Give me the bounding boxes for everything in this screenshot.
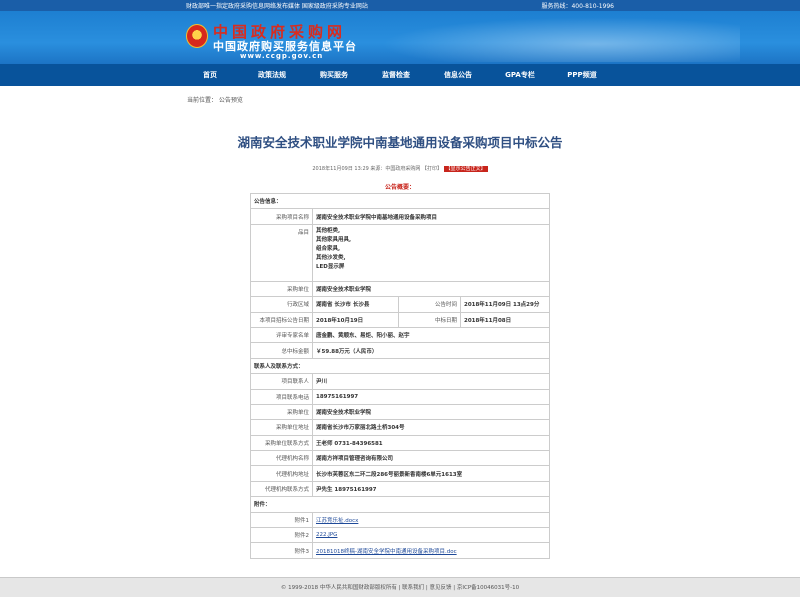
agency-label: 代理机构名称: [250, 450, 313, 467]
total-amount-label: 总中标金额: [250, 342, 313, 359]
attachment-2-cell: 222.JPG: [312, 527, 550, 544]
nav-gpa[interactable]: GPA专栏: [489, 64, 551, 86]
nav-ppp[interactable]: PPP频道: [551, 64, 613, 86]
section-info-heading: 公告信息：: [250, 192, 550, 210]
site-url: www.ccgp.gov.cn: [240, 52, 324, 60]
attachment-1-link[interactable]: 江苏竞乐祉.docx: [316, 518, 358, 524]
section-attachments-heading: 附件：: [250, 496, 550, 513]
site-banner: 中国政府采购网 中国政府购买服务信息平台 www.ccgp.gov.cn: [0, 11, 800, 64]
table-row: 代理机构联系方式 尹先生 18975161997: [250, 480, 550, 498]
table-row: 采购项目名称 湖南安全技术职业学院中南基地通用设备采购项目: [250, 208, 550, 225]
total-amount-value: ￥59.88万元（人民币）: [312, 342, 550, 359]
nav-purchase-service[interactable]: 购买服务: [303, 64, 365, 86]
purchaser-value: 湖南安全技术职业学院: [312, 280, 550, 298]
table-row: 采购单位联系方式 王老师 0731-84396581: [250, 434, 550, 452]
table-row: 品目 其他柜类, 其他家具用具, 组合家具, 其他沙发类, LED显示屏: [250, 223, 550, 282]
service-hotline: 服务热线：400-810-1996: [541, 3, 614, 10]
phone-value: 18975161997: [312, 388, 550, 405]
item-entry: LED显示屏: [316, 263, 345, 270]
attachment-3-link[interactable]: 20181018终稿-湖南安全学院中南通用设备采购项目.doc: [316, 549, 457, 555]
contact-value: 尹川: [312, 373, 550, 390]
table-row: 采购单位 湖南安全技术职业学院: [250, 280, 550, 298]
notice-meta: 2018年11月09日 13:29 来源：中国政府采购网 【打印】 【显示公告正…: [233, 165, 567, 172]
experts-label: 评审专家名单: [250, 326, 313, 344]
nav-home[interactable]: 首页: [179, 64, 241, 86]
item-entry: 其他沙发类,: [316, 254, 346, 261]
agency-contact-value: 尹先生 18975161997: [312, 480, 550, 498]
unit-label: 采购单位: [250, 403, 313, 421]
table-row: 代理机构地址 长沙市芙蓉区东二环二段286号丽景新香南楼6单元1613室: [250, 465, 550, 482]
attachment-3-cell: 20181018终稿-湖南安全学院中南通用设备采购项目.doc: [312, 542, 550, 559]
table-row: 本项目招标公告日期 2018年10月19日 中标日期 2018年11月08日: [250, 311, 550, 328]
agency-address-label: 代理机构地址: [250, 465, 313, 482]
table-row: 附件2 222.JPG: [250, 527, 550, 544]
award-date-value: 2018年11月08日: [460, 311, 550, 328]
item-entry: 其他家具用具,: [316, 236, 352, 243]
item-entry: 其他柜类,: [316, 227, 341, 234]
table-row: 附件3 20181018终稿-湖南安全学院中南通用设备采购项目.doc: [250, 542, 550, 559]
agency-value: 湖南方祥项目管理咨询有限公司: [312, 450, 550, 467]
banner-cloud-decoration: [380, 17, 740, 62]
table-row: 附件：: [250, 496, 550, 513]
bid-date-value: 2018年10月19日: [312, 311, 399, 328]
unit-address-label: 采购单位地址: [250, 419, 313, 436]
attachment-1-label: 附件1: [250, 511, 313, 529]
top-slogan: 财政部唯一指定政府采购信息网络发布媒体 国家级政府采购专业网站: [186, 3, 368, 10]
table-row: 评审专家名单 唐金鹏、黄顺东、易炬、阳小丽、赵宇: [250, 326, 550, 344]
table-row: 公告信息：: [250, 192, 550, 210]
announce-time-label: 公告时间: [398, 296, 461, 313]
show-body-button[interactable]: 【显示公告正文】: [443, 166, 488, 172]
national-emblem-icon: [186, 24, 208, 48]
attachment-2-label: 附件2: [250, 527, 313, 544]
items-label: 品目: [250, 223, 313, 282]
unit-contact-label: 采购单位联系方式: [250, 434, 313, 452]
announce-time-value: 2018年11月09日 13点29分: [460, 296, 550, 313]
main-nav: 首页 政策法规 购买服务 监督检查 信息公告 GPA专栏 PPP频道: [0, 64, 800, 86]
agency-address-value: 长沙市芙蓉区东二环二段286号丽景新香南楼6单元1613室: [312, 465, 550, 482]
top-info-bar: 财政部唯一指定政府采购信息网络发布媒体 国家级政府采购专业网站 服务热线：400…: [0, 0, 800, 11]
project-name-value: 湖南安全技术职业学院中南基地通用设备采购项目: [312, 208, 550, 225]
experts-value: 唐金鹏、黄顺东、易炬、阳小丽、赵宇: [312, 326, 550, 344]
section-contact-heading: 联系人及联系方式：: [250, 357, 550, 375]
region-label: 行政区域: [250, 296, 313, 313]
table-row: 项目联系电话 18975161997: [250, 388, 550, 405]
table-row: 附件1 江苏竞乐祉.docx: [250, 511, 550, 529]
nav-supervision[interactable]: 监督检查: [365, 64, 427, 86]
items-value: 其他柜类, 其他家具用具, 组合家具, 其他沙发类, LED显示屏: [312, 223, 550, 282]
region-value: 湖南省 长沙市 长沙县: [312, 296, 399, 313]
notice-title: 湖南安全技术职业学院中南基地通用设备采购项目中标公告: [237, 135, 563, 150]
breadcrumb: 当前位置： 公告预览: [187, 97, 243, 104]
project-name-label: 采购项目名称: [250, 208, 313, 225]
notice-card: 湖南安全技术职业学院中南基地通用设备采购项目中标公告 2018年11月09日 1…: [233, 110, 567, 570]
unit-value: 湖南安全技术职业学院: [312, 403, 550, 421]
phone-label: 项目联系电话: [250, 388, 313, 405]
table-row: 采购单位 湖南安全技术职业学院: [250, 403, 550, 421]
table-row: 项目联系人 尹川: [250, 373, 550, 390]
award-date-label: 中标日期: [398, 311, 461, 328]
agency-contact-label: 代理机构联系方式: [250, 480, 313, 498]
table-row: 总中标金额 ￥59.88万元（人民币）: [250, 342, 550, 359]
purchaser-label: 采购单位: [250, 280, 313, 298]
table-row: 采购单位地址 湖南省长沙市万家丽北路土桥304号: [250, 419, 550, 436]
table-row: 联系人及联系方式：: [250, 357, 550, 375]
attachment-3-label: 附件3: [250, 542, 313, 559]
table-row: 代理机构名称 湖南方祥项目管理咨询有限公司: [250, 450, 550, 467]
site-footer: © 1999-2018 中华人民共和国财政部版权所有 | 联系我们 | 意见反馈…: [0, 577, 800, 597]
summary-heading: 公告概要：: [384, 184, 415, 191]
bid-date-label: 本项目招标公告日期: [250, 311, 313, 328]
notice-summary-table: 公告信息： 采购项目名称 湖南安全技术职业学院中南基地通用设备采购项目 品目 其…: [250, 192, 550, 559]
notice-meta-text: 2018年11月09日 13:29 来源：中国政府采购网 【打印】: [312, 166, 443, 172]
unit-address-value: 湖南省长沙市万家丽北路土桥304号: [312, 419, 550, 436]
nav-announcements[interactable]: 信息公告: [427, 64, 489, 86]
nav-policy[interactable]: 政策法规: [241, 64, 303, 86]
unit-contact-value: 王老师 0731-84396581: [312, 434, 550, 452]
table-row: 行政区域 湖南省 长沙市 长沙县 公告时间 2018年11月09日 13点29分: [250, 296, 550, 313]
contact-label: 项目联系人: [250, 373, 313, 390]
item-entry: 组合家具,: [316, 245, 341, 252]
attachment-2-link[interactable]: 222.JPG: [316, 532, 337, 538]
attachment-1-cell: 江苏竞乐祉.docx: [312, 511, 550, 529]
